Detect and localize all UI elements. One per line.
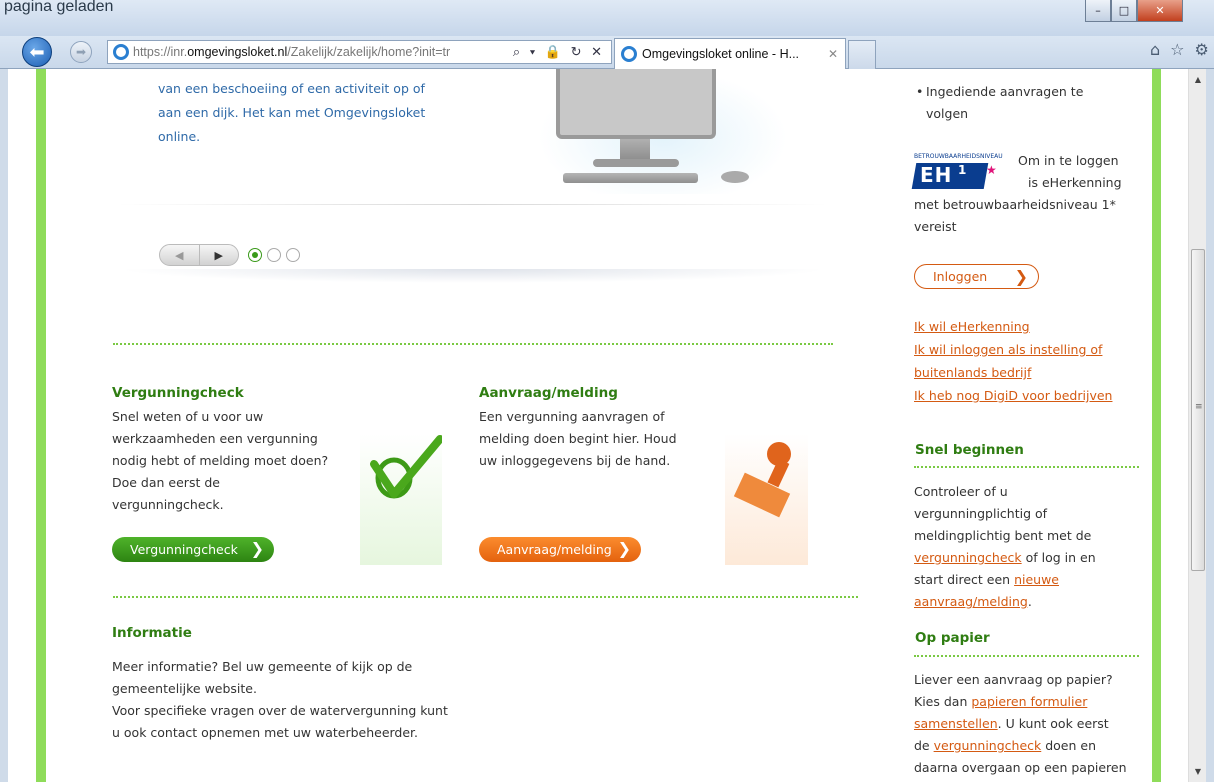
tab-close-icon[interactable]: ✕	[821, 47, 845, 61]
link-aanvraag-melding[interactable]: aanvraag/melding	[914, 594, 1028, 609]
chevron-right-icon: ❯	[1014, 267, 1028, 286]
hero-shadow	[118, 269, 828, 283]
papier-divider	[914, 655, 1139, 657]
monitor-stand	[620, 139, 650, 161]
window-border-right	[1206, 69, 1214, 782]
green-border-right	[1152, 69, 1161, 782]
stamp-icon	[733, 442, 791, 518]
keyboard-illustration	[563, 173, 698, 183]
papier-text: Liever een aanvraag op papier? Kies dan …	[914, 672, 1127, 775]
back-button[interactable]: ⬅	[22, 37, 52, 67]
chevron-right-icon: ❯	[617, 539, 631, 558]
tools-icon[interactable]: ⚙	[1195, 40, 1209, 59]
scroll-down-icon[interactable]: ▼	[1189, 763, 1207, 780]
monitor-illustration	[556, 69, 716, 139]
link-nieuwe[interactable]: nieuwe	[1014, 572, 1059, 587]
link-samenstellen[interactable]: samenstellen	[914, 716, 998, 731]
title-bar	[0, 0, 1214, 36]
maximize-button[interactable]: □	[1111, 0, 1137, 22]
minimize-button[interactable]: –	[1085, 0, 1111, 22]
window-border-left	[0, 69, 8, 782]
address-bar[interactable]: https://inr.omgevingsloket.nl/Zakelijk/z…	[107, 40, 612, 64]
new-tab-button[interactable]	[848, 40, 876, 69]
slide-indicator-3[interactable]	[286, 248, 300, 262]
stamp-panel	[725, 434, 808, 565]
login-text-bottom: met betrouwbaarheidsniveau 1* vereist	[914, 197, 1116, 234]
checkmark-panel	[360, 434, 444, 565]
scroll-thumb[interactable]: ≡	[1191, 249, 1205, 571]
link-buitenlands[interactable]: buitenlands bedrijf	[914, 361, 1112, 384]
browser-window: pagina geladen – □ ✕ ⬅ ➡ https://inr.omg…	[0, 0, 1214, 782]
link-digid[interactable]: Ik heb nog DigiD voor bedrijven	[914, 384, 1112, 407]
aanvraag-heading: Aanvraag/melding	[479, 385, 618, 401]
checkmark-icon	[370, 435, 444, 499]
home-icon[interactable]: ⌂	[1150, 40, 1160, 59]
slider-controls: ◀ ▶	[159, 244, 239, 266]
favorites-icon[interactable]: ☆	[1170, 40, 1184, 59]
sidebar-bullet: • Ingediende aanvragen te volgen	[916, 84, 1084, 121]
slide-indicator-1[interactable]	[248, 248, 262, 262]
mouse-illustration	[721, 171, 749, 183]
informatie-text: Meer informatie? Bel uw gemeente of kijk…	[112, 659, 448, 740]
informatie-heading: Informatie	[112, 625, 192, 641]
login-links: Ik wil eHerkenning Ik wil inloggen als i…	[914, 315, 1112, 407]
toolbar-icons: ⌂ ☆ ⚙	[1150, 40, 1209, 59]
arrow-right-icon: ➡	[75, 45, 87, 59]
title-bar-text: pagina geladen	[4, 0, 114, 15]
section-divider-2	[113, 596, 858, 598]
slide-indicator-2[interactable]	[267, 248, 281, 262]
monitor-base	[593, 159, 679, 167]
link-vergunningcheck[interactable]: vergunningcheck	[914, 550, 1022, 565]
aanvraag-button[interactable]: Aanvraag/melding ❯	[479, 537, 641, 562]
vergunningcheck-heading: Vergunningcheck	[112, 385, 244, 401]
link-instelling[interactable]: Ik wil inloggen als instelling of	[914, 338, 1112, 361]
chevron-right-icon: ❯	[250, 539, 264, 558]
eherkenning-logo: BETROUWBAARHEIDSNIVEAU EH 1 ★	[911, 153, 1008, 193]
vergunningcheck-text: Snel weten of u voor uw werkzaamheden ee…	[112, 409, 329, 512]
address-url[interactable]: https://inr.omgevingsloket.nl/Zakelijk/z…	[133, 45, 513, 59]
link-papieren-formulier[interactable]: papieren formulier	[971, 694, 1087, 709]
vergunningcheck-button[interactable]: Vergunningcheck ❯	[112, 537, 274, 562]
hero-text: van een beschoeiing of een activiteit op…	[158, 81, 426, 144]
op-papier-heading: Op papier	[915, 630, 990, 646]
arrow-left-icon: ⬅	[29, 41, 45, 63]
forward-button[interactable]: ➡	[70, 41, 92, 63]
page-content: van een beschoeiing of een activiteit op…	[8, 69, 1188, 782]
tab-title: Omgevingsloket online - H...	[642, 47, 800, 61]
scroll-up-icon[interactable]: ▲	[1189, 71, 1207, 88]
snel-divider	[914, 466, 1139, 468]
hero-divider	[118, 204, 828, 205]
link-vergunningcheck-2[interactable]: vergunningcheck	[934, 738, 1042, 753]
section-divider-1	[113, 343, 833, 345]
tab-omgevingsloket[interactable]: Omgevingsloket online - H... ✕	[614, 38, 846, 69]
inloggen-button[interactable]: Inloggen ❯	[914, 264, 1039, 289]
snel-text: Controleer of u vergunningplichtig of me…	[914, 484, 1096, 609]
aanvraag-text: Een vergunning aanvragen of melding doen…	[479, 409, 677, 468]
link-eherkenning[interactable]: Ik wil eHerkenning	[914, 315, 1112, 338]
active-dot-icon	[252, 252, 258, 258]
address-controls[interactable]: ⌕ ▾ 🔒 ↻ ✕	[513, 44, 611, 60]
vertical-scrollbar[interactable]: ▲ ≡ ▼	[1188, 69, 1206, 782]
grip-icon: ≡	[1195, 402, 1203, 412]
close-window-button[interactable]: ✕	[1137, 0, 1183, 22]
ie-page-icon	[113, 44, 129, 60]
green-border-left	[36, 69, 46, 782]
slider-next-button[interactable]: ▶	[200, 245, 239, 265]
login-text-right: Om in te loggen is eHerkenning	[1018, 153, 1122, 190]
slider-prev-button[interactable]: ◀	[160, 245, 200, 265]
ie-tab-icon	[621, 46, 637, 62]
slider-indicators	[248, 248, 300, 262]
snel-beginnen-heading: Snel beginnen	[915, 442, 1024, 458]
